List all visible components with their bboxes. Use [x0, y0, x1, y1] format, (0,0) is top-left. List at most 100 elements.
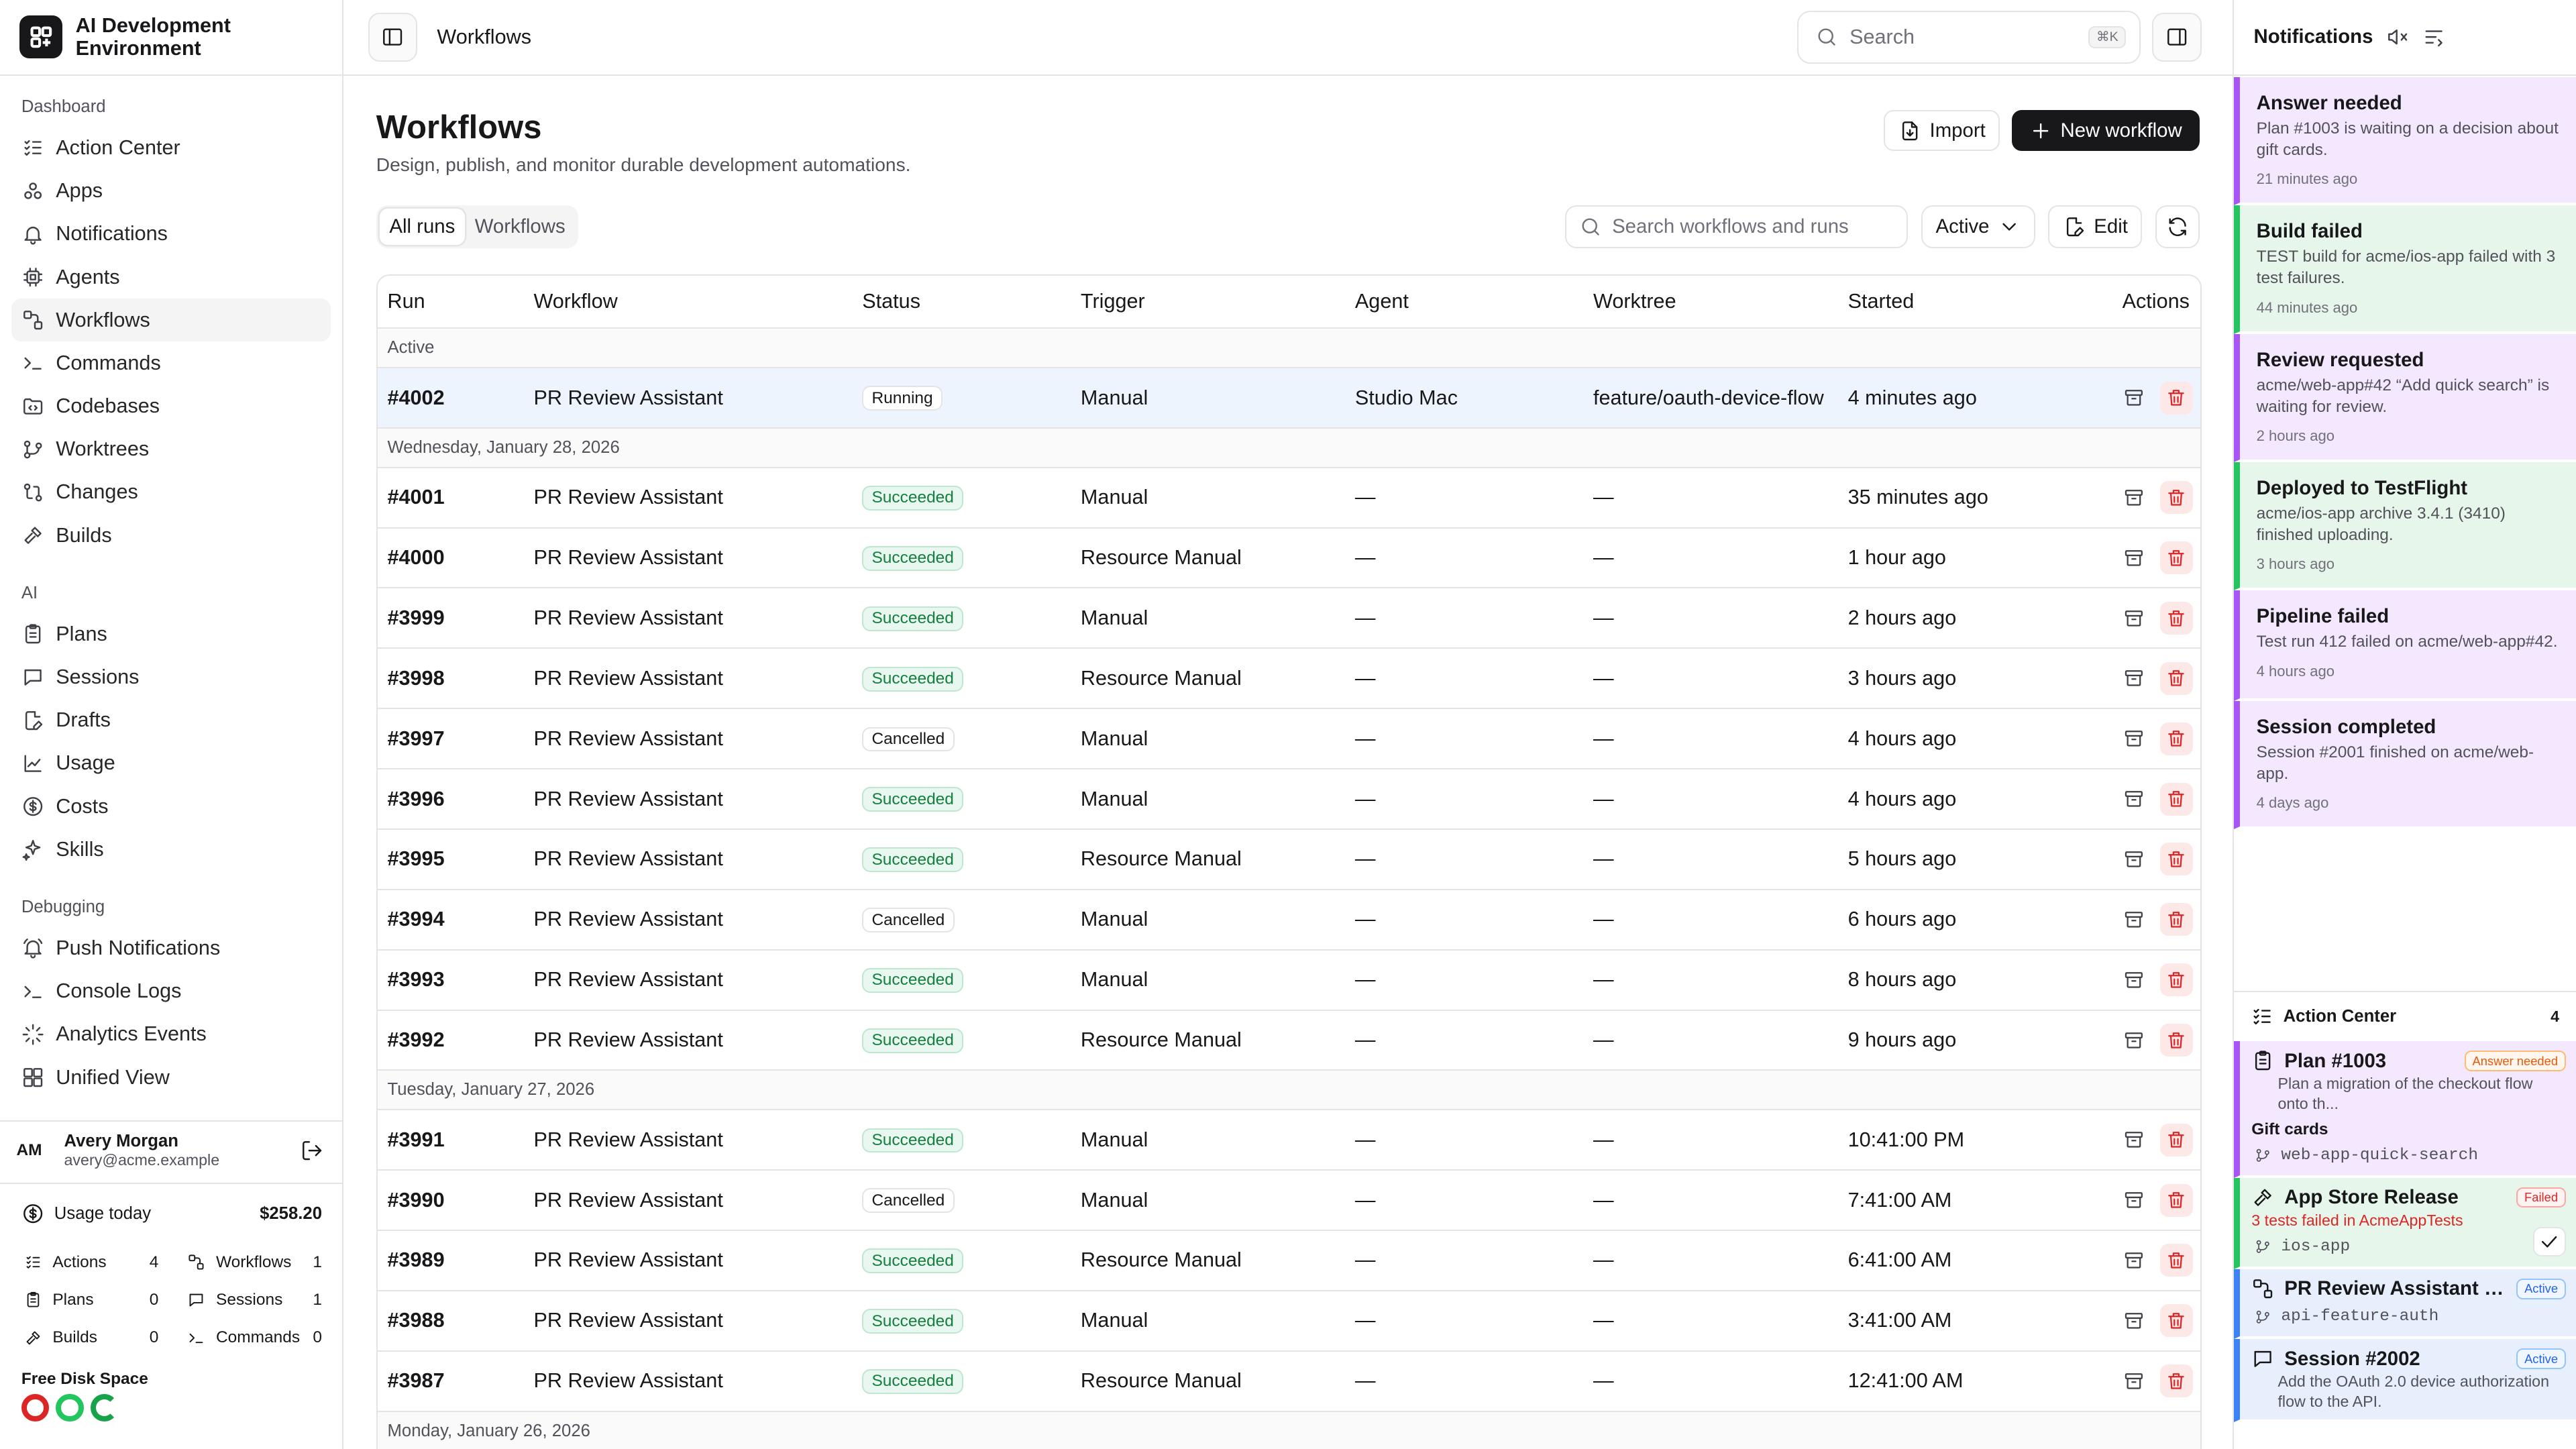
delete-button[interactable]: [2159, 541, 2193, 575]
archive-button[interactable]: [2117, 1364, 2150, 1397]
delete-button[interactable]: [2159, 1304, 2193, 1338]
run-id[interactable]: #3996: [377, 769, 524, 830]
table-row[interactable]: #3998 PR Review Assistant Succeeded Reso…: [377, 648, 2200, 710]
sidebar-item-plans[interactable]: Plans: [11, 612, 331, 655]
notification-item[interactable]: Session completed Session #2001 finished…: [2234, 700, 2576, 830]
run-id[interactable]: #3998: [377, 648, 524, 710]
sidebar-item-builds[interactable]: Builds: [11, 514, 331, 557]
archive-button[interactable]: [2117, 602, 2150, 635]
table-row[interactable]: #3997 PR Review Assistant Cancelled Manu…: [377, 708, 2200, 770]
column-header-run[interactable]: Run: [377, 275, 524, 329]
sidebar-item-skills[interactable]: Skills: [11, 828, 331, 871]
import-button[interactable]: Import: [1884, 110, 2000, 152]
delete-button[interactable]: [2159, 601, 2193, 635]
run-id[interactable]: #3992: [377, 1010, 524, 1071]
table-row[interactable]: #3992 PR Review Assistant Succeeded Reso…: [377, 1010, 2200, 1071]
archive-button[interactable]: [2117, 903, 2150, 936]
delete-button[interactable]: [2159, 1244, 2193, 1277]
notification-item[interactable]: Build failed TEST build for acme/ios-app…: [2234, 205, 2576, 334]
action-item[interactable]: PR Review Assistant #4... Active api-featu…: [2234, 1269, 2576, 1340]
sidebar-item-sessions[interactable]: Sessions: [11, 656, 331, 699]
sidebar-item-costs[interactable]: Costs: [11, 785, 331, 828]
sidebar-item-push-notifications[interactable]: Push Notifications: [11, 927, 331, 970]
delete-button[interactable]: [2159, 381, 2193, 415]
sidebar-item-drafts[interactable]: Drafts: [11, 699, 331, 742]
run-id[interactable]: #3989: [377, 1230, 524, 1291]
archive-button[interactable]: [2117, 1304, 2150, 1337]
archive-button[interactable]: [2117, 1184, 2150, 1217]
tab-all-runs[interactable]: All runs: [379, 209, 466, 245]
table-row[interactable]: #3988 PR Review Assistant Succeeded Manu…: [377, 1290, 2200, 1352]
column-header-status[interactable]: Status: [852, 275, 1071, 329]
sidebar-item-usage[interactable]: Usage: [11, 742, 331, 785]
filter-search-input[interactable]: Search workflows and runs: [1564, 205, 1909, 248]
notification-item[interactable]: Review requested acme/web-app#42 “Add qu…: [2234, 333, 2576, 463]
run-id[interactable]: #3987: [377, 1350, 524, 1412]
action-item[interactable]: Session #2002 Active Add the OAuth 2.0 dev…: [2234, 1339, 2576, 1423]
notification-item[interactable]: Answer needed Plan #1003 is waiting on a…: [2234, 77, 2576, 206]
table-row[interactable]: #3989 PR Review Assistant Succeeded Reso…: [377, 1230, 2200, 1291]
brand[interactable]: AI Development Environment: [0, 0, 342, 76]
edit-button[interactable]: Edit: [2048, 205, 2143, 248]
delete-button[interactable]: [2159, 722, 2193, 755]
archive-button[interactable]: [2117, 1024, 2150, 1057]
delete-button[interactable]: [2159, 481, 2193, 515]
run-id[interactable]: #3993: [377, 949, 524, 1011]
new-workflow-button[interactable]: New workflow: [2011, 110, 2200, 152]
run-id[interactable]: #3999: [377, 588, 524, 649]
toggle-panel-button[interactable]: [2152, 12, 2202, 62]
sidebar-item-console-logs[interactable]: Console Logs: [11, 970, 331, 1013]
run-id[interactable]: #3990: [377, 1170, 524, 1231]
run-id[interactable]: #3991: [377, 1110, 524, 1171]
archive-button[interactable]: [2117, 963, 2150, 996]
delete-button[interactable]: [2159, 661, 2193, 695]
logout-icon[interactable]: [301, 1139, 323, 1162]
delete-button[interactable]: [2159, 1024, 2193, 1057]
delete-button[interactable]: [2159, 903, 2193, 936]
column-header-worktree[interactable]: Worktree: [1583, 275, 1838, 329]
table-row[interactable]: #3987 PR Review Assistant Succeeded Reso…: [377, 1350, 2200, 1412]
archive-button[interactable]: [2117, 1244, 2150, 1277]
sidebar-item-unified-view[interactable]: Unified View: [11, 1056, 331, 1099]
sidebar-item-codebases[interactable]: Codebases: [11, 384, 331, 427]
delete-button[interactable]: [2159, 1183, 2193, 1217]
archive-button[interactable]: [2117, 722, 2150, 755]
table-row[interactable]: #3991 PR Review Assistant Succeeded Manu…: [377, 1110, 2200, 1171]
run-id[interactable]: #4002: [377, 368, 524, 429]
delete-button[interactable]: [2159, 1364, 2193, 1398]
column-header-actions[interactable]: Actions: [2035, 275, 2200, 329]
archive-button[interactable]: [2117, 541, 2150, 574]
sidebar-item-agents[interactable]: Agents: [11, 256, 331, 299]
run-id[interactable]: #4001: [377, 467, 524, 529]
delete-button[interactable]: [2159, 963, 2193, 997]
archive-button[interactable]: [2117, 843, 2150, 875]
column-header-started[interactable]: Started: [1837, 275, 2035, 329]
sidebar-item-apps[interactable]: Apps: [11, 170, 331, 213]
archive-button[interactable]: [2117, 783, 2150, 816]
acknowledge-button[interactable]: [2532, 1227, 2566, 1257]
table-row[interactable]: #3995 PR Review Assistant Succeeded Reso…: [377, 828, 2200, 890]
sidebar-item-commands[interactable]: Commands: [11, 341, 331, 384]
table-row[interactable]: #4002 PR Review Assistant Running Manual…: [377, 368, 2200, 429]
archive-button[interactable]: [2117, 662, 2150, 695]
action-item[interactable]: App Store Release Failed 3 tests failed in…: [2234, 1177, 2576, 1269]
archive-button[interactable]: [2117, 481, 2150, 514]
sidebar-item-workflows[interactable]: Workflows: [11, 299, 331, 342]
table-row[interactable]: #3993 PR Review Assistant Succeeded Manu…: [377, 949, 2200, 1011]
refresh-button[interactable]: [2155, 205, 2200, 248]
column-header-agent[interactable]: Agent: [1345, 275, 1584, 329]
table-row[interactable]: #4001 PR Review Assistant Succeeded Manu…: [377, 467, 2200, 529]
table-row[interactable]: #3996 PR Review Assistant Succeeded Manu…: [377, 769, 2200, 830]
run-id[interactable]: #3988: [377, 1290, 524, 1352]
delete-button[interactable]: [2159, 1123, 2193, 1157]
delete-button[interactable]: [2159, 782, 2193, 816]
notification-item[interactable]: Pipeline failed Test run 412 failed on a…: [2234, 590, 2576, 701]
archive-button[interactable]: [2117, 382, 2150, 415]
archive-button[interactable]: [2117, 1124, 2150, 1157]
column-header-workflow[interactable]: Workflow: [523, 275, 853, 329]
sidebar-item-analytics-events[interactable]: Analytics Events: [11, 1013, 331, 1056]
sidebar-item-changes[interactable]: Changes: [11, 471, 331, 514]
table-row[interactable]: #4000 PR Review Assistant Succeeded Reso…: [377, 527, 2200, 589]
delete-button[interactable]: [2159, 843, 2193, 876]
table-row[interactable]: #3990 PR Review Assistant Cancelled Manu…: [377, 1170, 2200, 1231]
